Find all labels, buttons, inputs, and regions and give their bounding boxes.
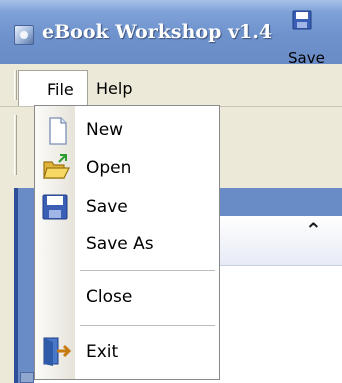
menu-item-close-label: Close bbox=[86, 287, 133, 307]
app-icon[interactable] bbox=[14, 25, 34, 45]
menu-separator bbox=[80, 270, 215, 271]
panel-item-icon bbox=[20, 372, 34, 383]
menu-item-open-label: Open bbox=[86, 158, 132, 178]
menu-item-exit-label: Exit bbox=[86, 342, 119, 362]
floppy-disk-icon bbox=[292, 10, 312, 30]
menu-file-label: File bbox=[47, 80, 74, 99]
new-document-icon bbox=[49, 117, 67, 145]
menu-file[interactable]: File bbox=[18, 70, 88, 106]
collapse-chevron-icon[interactable]: ⌃ bbox=[305, 218, 322, 242]
menu-separator bbox=[80, 325, 215, 326]
menu-item-save-label: Save bbox=[86, 197, 128, 217]
menu-item-new-label: New bbox=[86, 120, 124, 140]
menu-help[interactable]: Help bbox=[96, 79, 132, 98]
menu-item-save-as-label: Save As bbox=[86, 234, 154, 254]
open-folder-icon bbox=[43, 154, 70, 179]
window-title: eBook Workshop v1.4 bbox=[42, 21, 273, 43]
exit-door-icon bbox=[43, 337, 72, 366]
menubar-grip[interactable] bbox=[14, 70, 17, 100]
floppy-disk-icon bbox=[42, 194, 68, 220]
toolbar-grip[interactable] bbox=[14, 115, 17, 175]
toolbar-save-label: Save bbox=[288, 49, 325, 67]
